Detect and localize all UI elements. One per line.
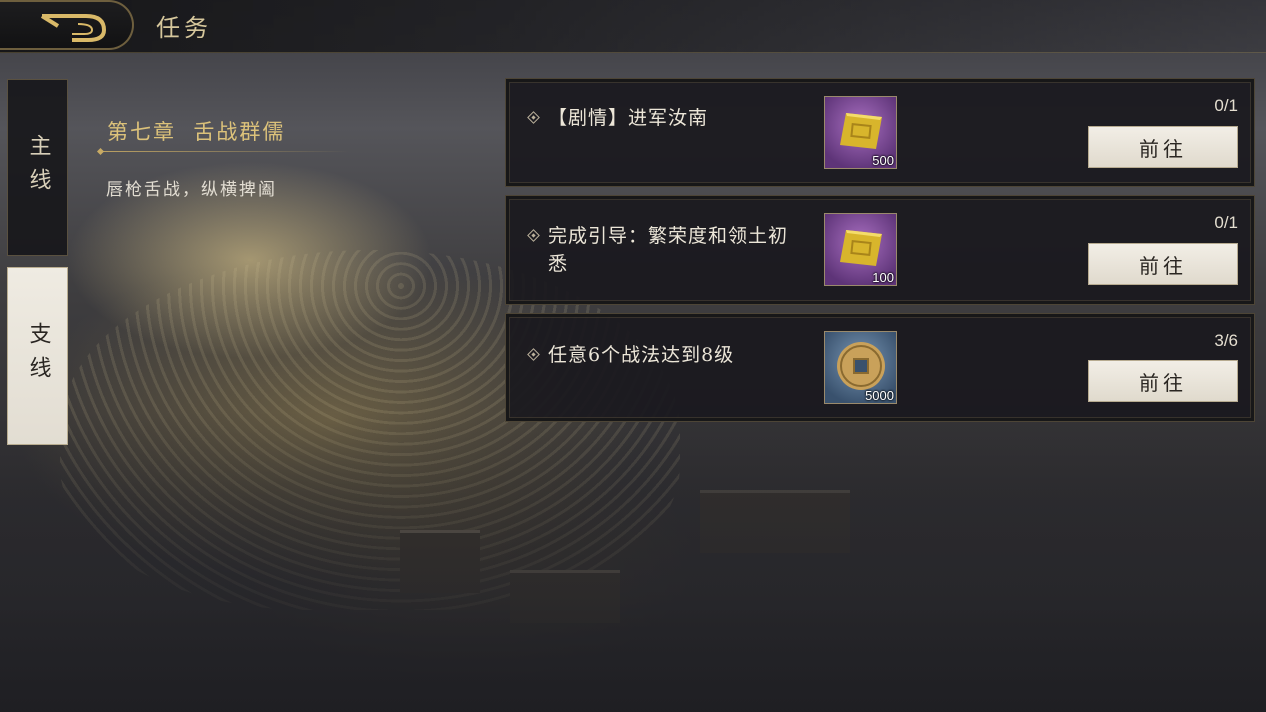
- quest-card: 完成引导：繁荣度和领土初悉 100 0/1 前往: [505, 195, 1255, 305]
- reward-item[interactable]: 5000: [824, 331, 897, 404]
- gold-ingot-icon: [840, 113, 882, 149]
- tab-label: 主线: [25, 133, 51, 202]
- gold-ingot-icon: [840, 230, 882, 266]
- quest-progress: 0/1: [1214, 96, 1238, 115]
- back-arrow-icon: [40, 14, 107, 42]
- reward-quantity: 100: [872, 270, 894, 285]
- mist-overlay: [0, 412, 1266, 712]
- top-bar: 任务: [0, 0, 1266, 53]
- reward-quantity: 500: [872, 153, 894, 168]
- back-button[interactable]: [0, 0, 134, 50]
- chapter-subtitle: 唇枪舌战，纵横捭阖: [106, 180, 277, 200]
- bullet-diamond-icon: [527, 348, 540, 361]
- copper-coin-icon: [837, 342, 885, 390]
- reward-quantity: 5000: [865, 388, 894, 403]
- tab-main-quest[interactable]: 主线: [7, 79, 68, 256]
- quest-progress: 0/1: [1214, 213, 1238, 232]
- quest-card: 【剧情】进军汝南 500 0/1 前往: [505, 78, 1255, 187]
- reward-item[interactable]: 500: [824, 96, 897, 169]
- quest-description: 完成引导：繁荣度和领土初悉: [548, 225, 789, 275]
- quest-description: 任意6个战法达到8级: [548, 344, 735, 366]
- bullet-diamond-icon: [527, 229, 540, 242]
- tab-branch-quest[interactable]: 支线: [7, 267, 68, 445]
- page-title: 任务: [156, 14, 212, 42]
- chapter-divider: [100, 151, 350, 152]
- bullet-diamond-icon: [527, 111, 540, 124]
- go-button[interactable]: 前往: [1088, 360, 1238, 402]
- quest-progress: 3/6: [1214, 331, 1238, 350]
- tab-label: 支线: [25, 322, 51, 390]
- reward-item[interactable]: 100: [824, 213, 897, 286]
- quest-card: 任意6个战法达到8级 5000 3/6 前往: [505, 313, 1255, 422]
- go-button[interactable]: 前往: [1088, 243, 1238, 285]
- go-button[interactable]: 前往: [1088, 126, 1238, 168]
- chapter-title: 第七章 舌战群儒: [107, 120, 286, 144]
- quest-description: 【剧情】进军汝南: [548, 107, 709, 129]
